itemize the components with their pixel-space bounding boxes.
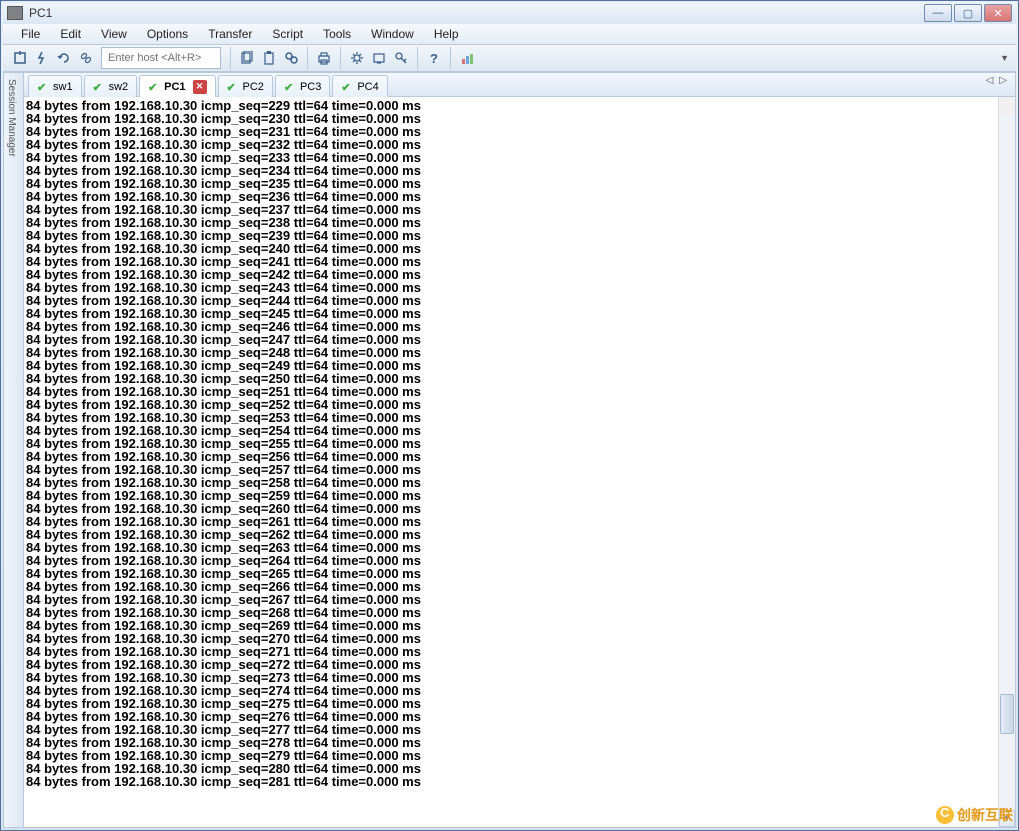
tab-sw1[interactable]: sw1 — [28, 75, 82, 97]
close-button[interactable]: ✕ — [984, 4, 1012, 22]
toolbar-dropdown[interactable]: ▼ — [996, 49, 1013, 67]
app-icon — [7, 6, 23, 20]
chart-icon[interactable] — [456, 47, 478, 69]
menu-transfer[interactable]: Transfer — [198, 24, 262, 44]
menu-tools[interactable]: Tools — [313, 24, 361, 44]
find-icon[interactable] — [280, 47, 302, 69]
menu-script[interactable]: Script — [262, 24, 313, 44]
menubar: FileEditViewOptionsTransferScriptToolsWi… — [3, 24, 1016, 45]
tab-pc3[interactable]: PC3 — [275, 75, 330, 97]
tab-pc2[interactable]: PC2 — [218, 75, 273, 97]
tab-sw2[interactable]: sw2 — [84, 75, 138, 97]
scroll-thumb[interactable] — [1000, 694, 1014, 734]
watermark-text: 创新互联 — [957, 805, 1013, 825]
paste-icon[interactable] — [258, 47, 280, 69]
window-title: PC1 — [29, 6, 924, 20]
toolbar-separator — [340, 47, 341, 69]
toolbar-separator — [230, 47, 231, 69]
maximize-button[interactable]: ▢ — [954, 4, 982, 22]
disconnect-icon[interactable] — [75, 47, 97, 69]
scroll-track[interactable] — [999, 114, 1015, 810]
tab-label: PC2 — [243, 81, 264, 93]
toolbar-separator — [417, 47, 418, 69]
session-icon[interactable] — [368, 47, 390, 69]
tab-prev[interactable]: ◁ — [986, 75, 994, 96]
check-icon — [227, 81, 239, 93]
tab-pc1[interactable]: PC1 ✕ — [139, 75, 215, 97]
menu-help[interactable]: Help — [424, 24, 469, 44]
key-icon[interactable] — [390, 47, 412, 69]
tab-label: PC1 — [164, 81, 185, 93]
tab-label: sw1 — [53, 81, 73, 93]
tab-label: PC4 — [357, 81, 378, 93]
toolbar-separator — [450, 47, 451, 69]
menu-file[interactable]: File — [11, 24, 50, 44]
tab-next[interactable]: ▷ — [999, 75, 1007, 96]
check-icon — [341, 81, 353, 93]
terminal-text: 84 bytes from 192.168.10.30 icmp_seq=229… — [26, 99, 1015, 788]
toolbar: ? ▼ — [3, 45, 1016, 72]
terminal-output[interactable]: 84 bytes from 192.168.10.30 icmp_seq=229… — [24, 97, 1015, 827]
minimize-button[interactable]: — — [924, 4, 952, 22]
check-icon — [284, 81, 296, 93]
tab-label: PC3 — [300, 81, 321, 93]
svg-text:?: ? — [430, 51, 438, 65]
help-icon[interactable]: ? — [423, 47, 445, 69]
tab-close-icon[interactable]: ✕ — [193, 80, 207, 94]
check-icon — [37, 81, 49, 93]
menu-options[interactable]: Options — [137, 24, 198, 44]
print-icon[interactable] — [313, 47, 335, 69]
gear-icon[interactable] — [346, 47, 368, 69]
watermark: 创新互联 — [936, 805, 1013, 825]
quick-connect-icon[interactable] — [31, 47, 53, 69]
toolbar-separator — [307, 47, 308, 69]
tab-pc4[interactable]: PC4 — [332, 75, 387, 97]
check-icon — [93, 81, 105, 93]
menu-window[interactable]: Window — [361, 24, 424, 44]
connect-icon[interactable] — [9, 47, 31, 69]
host-input[interactable] — [101, 47, 221, 69]
menu-edit[interactable]: Edit — [50, 24, 91, 44]
watermark-icon — [936, 806, 954, 824]
check-icon — [148, 81, 160, 93]
reconnect-icon[interactable] — [53, 47, 75, 69]
menu-view[interactable]: View — [91, 24, 137, 44]
tab-label: sw2 — [109, 81, 129, 93]
session-tabs: sw1 sw2 PC1 ✕ PC2 PC3 PC4 ◁ ▷ — [24, 73, 1015, 97]
vertical-scrollbar[interactable]: ▲ ▼ — [998, 97, 1015, 827]
copy-icon[interactable] — [236, 47, 258, 69]
titlebar: PC1 — ▢ ✕ — [3, 3, 1016, 24]
session-manager-panel[interactable]: Session Manager — [4, 73, 24, 827]
